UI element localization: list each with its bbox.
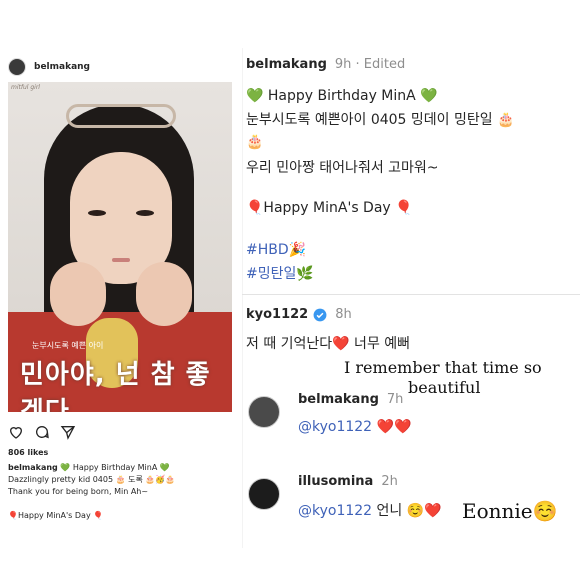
likes-count[interactable]: 806 likes xyxy=(8,448,48,457)
caption-line: Thank you for being born, Min Ah~ xyxy=(8,487,149,496)
thread-divider xyxy=(242,294,580,295)
caption-text: 💚 Happy Birthday MinA 💚 xyxy=(60,463,170,472)
photo-hand-left xyxy=(50,262,106,326)
verified-badge-icon xyxy=(313,308,327,321)
comment-header: kyo1122 8h xyxy=(246,307,352,322)
translation-text: beautiful xyxy=(408,378,481,397)
photo-caption-small: 눈부시도록 예쁜 아이 xyxy=(32,341,104,350)
thread-username[interactable]: belmakang xyxy=(246,57,327,72)
avatar[interactable] xyxy=(248,478,280,510)
comment-icon[interactable] xyxy=(34,424,50,440)
caption-username[interactable]: belmakang xyxy=(8,463,58,472)
caption-line: belmakang 💚 Happy Birthday MinA 💚 xyxy=(8,462,170,473)
reply-text: @kyo1122 언니 ☺️❤️ xyxy=(298,501,442,521)
photo-mouth xyxy=(112,258,130,262)
photo-eye-left xyxy=(88,210,106,216)
instagram-post: belmakang mitful girl 눈부시도록 예쁜 아이 민아야, 넌… xyxy=(0,0,240,580)
share-icon[interactable] xyxy=(60,424,76,440)
photo-sunglasses xyxy=(66,104,176,128)
reply-time: 7h xyxy=(386,392,404,407)
photo-caption-big: 민아야, 넌 참 좋겠다 xyxy=(20,360,211,412)
post-photo[interactable]: mitful girl 눈부시도록 예쁜 아이 민아야, 넌 참 좋겠다 xyxy=(8,82,232,412)
reply-body: ❤️❤️ xyxy=(376,419,412,435)
translation-text: Eonnie☺️ xyxy=(462,499,558,523)
post-actions xyxy=(8,424,76,440)
post-header: belmakang xyxy=(8,58,90,76)
thread-line: 🎂 xyxy=(246,134,264,150)
thread-line: 💚 Happy Birthday MinA 💚 xyxy=(246,88,438,104)
reply-username[interactable]: belmakang xyxy=(298,392,379,407)
comment-username[interactable]: kyo1122 xyxy=(246,307,308,322)
hashtag-link[interactable]: #HBD🎉 xyxy=(246,240,306,260)
comment-text: 저 때 기억난다❤️ 너무 예뻐 xyxy=(246,336,411,352)
photo-label: mitful girl xyxy=(11,84,40,91)
reply-header: illusomina 2h xyxy=(298,474,398,489)
avatar[interactable] xyxy=(8,58,26,76)
thread-line: 우리 민아짱 태어나줘서 고마워~ xyxy=(246,160,439,176)
reply-text: @kyo1122 ❤️❤️ xyxy=(298,417,411,437)
translation-text: I remember that time so xyxy=(344,358,542,377)
reply-username[interactable]: illusomina xyxy=(298,474,373,489)
mention-link[interactable]: @kyo1122 xyxy=(298,419,372,435)
column-divider xyxy=(242,48,243,548)
heart-icon[interactable] xyxy=(8,424,24,440)
reply-body: 언니 ☺️❤️ xyxy=(376,503,442,519)
thread-meta: 9h · Edited xyxy=(334,57,406,72)
thread-line: 🎈Happy MinA's Day 🎈 xyxy=(246,200,413,216)
comment-time: 8h xyxy=(335,307,352,322)
hashtag-link[interactable]: #밍탄일🌿 xyxy=(246,264,314,284)
thread-header: belmakang 9h · Edited xyxy=(246,57,405,72)
reply-header: belmakang 7h xyxy=(298,392,403,407)
caption-line: 🎈Happy MinA's Day 🎈 xyxy=(8,511,104,520)
reply-time: 2h xyxy=(381,474,398,489)
photo-hand-right xyxy=(136,262,192,326)
avatar[interactable] xyxy=(248,396,280,428)
photo-eye-right xyxy=(136,210,154,216)
post-username[interactable]: belmakang xyxy=(34,62,90,72)
thread-line: 눈부시도록 예쁜아이 0405 밍데이 밍탄일 🎂 xyxy=(246,112,515,128)
caption-line: Dazzlingly pretty kid 0405 🎂 도록 🎂🥳🎂 xyxy=(8,475,176,484)
mention-link[interactable]: @kyo1122 xyxy=(298,503,372,519)
